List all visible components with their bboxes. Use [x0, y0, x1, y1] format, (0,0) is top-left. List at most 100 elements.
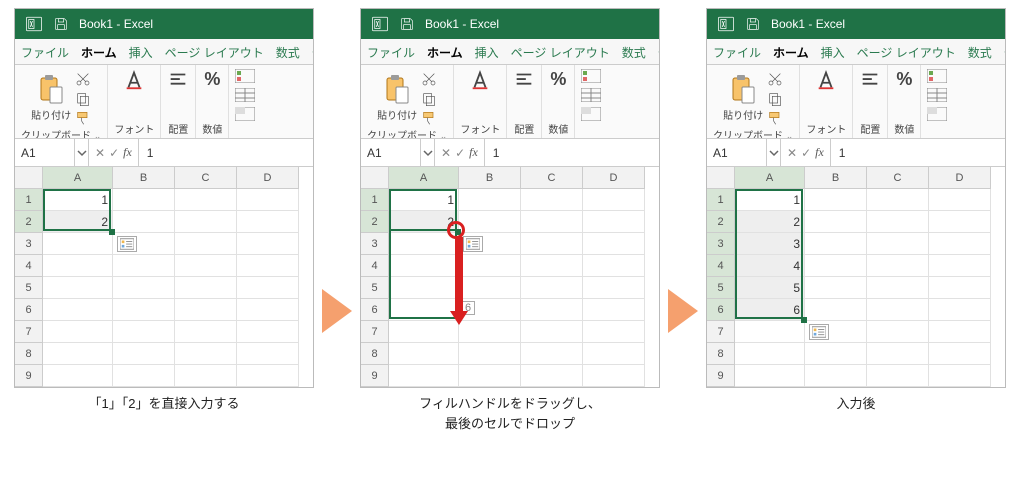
cell[interactable]: [867, 255, 929, 277]
formula-input[interactable]: 1: [485, 146, 508, 160]
row-header[interactable]: 1: [15, 189, 43, 211]
tab-file[interactable]: ファイル: [15, 39, 75, 64]
row-header[interactable]: 3: [361, 233, 389, 255]
paste-button[interactable]: 貼り付け: [377, 75, 417, 122]
row-header[interactable]: 9: [707, 365, 735, 387]
cell[interactable]: [521, 321, 583, 343]
copy-icon[interactable]: [767, 91, 783, 107]
cell[interactable]: [929, 277, 991, 299]
percent-icon[interactable]: %: [896, 69, 912, 90]
row-header[interactable]: 9: [361, 365, 389, 387]
fill-handle[interactable]: [109, 229, 115, 235]
cell[interactable]: [929, 343, 991, 365]
save-icon[interactable]: [399, 16, 415, 32]
cell[interactable]: [583, 277, 645, 299]
cut-icon[interactable]: [421, 71, 437, 87]
cell[interactable]: [867, 299, 929, 321]
cell[interactable]: [459, 255, 521, 277]
format-table-icon[interactable]: [581, 88, 601, 102]
select-all-corner[interactable]: [15, 167, 43, 189]
row-header[interactable]: 6: [361, 299, 389, 321]
cell[interactable]: [459, 321, 521, 343]
name-box[interactable]: A1: [707, 139, 781, 166]
fx-icon[interactable]: fx: [815, 145, 824, 160]
name-box-dropdown-icon[interactable]: [420, 139, 434, 166]
select-all-corner[interactable]: [707, 167, 735, 189]
column-header[interactable]: A: [735, 167, 805, 189]
cell[interactable]: [583, 211, 645, 233]
cell[interactable]: [583, 365, 645, 387]
tab-page-layout[interactable]: ページ レイアウト: [851, 39, 962, 64]
cell[interactable]: [389, 365, 459, 387]
tab-page-layout[interactable]: ページ レイアウト: [159, 39, 270, 64]
cell[interactable]: [805, 277, 867, 299]
cell[interactable]: [237, 321, 299, 343]
cond-format-icon[interactable]: [581, 69, 601, 83]
format-table-icon[interactable]: [235, 88, 255, 102]
column-header[interactable]: C: [867, 167, 929, 189]
formula-input[interactable]: 1: [139, 146, 162, 160]
row-header[interactable]: 7: [15, 321, 43, 343]
cell[interactable]: [735, 365, 805, 387]
cell[interactable]: [43, 233, 113, 255]
cell[interactable]: [521, 299, 583, 321]
cell[interactable]: [583, 189, 645, 211]
cancel-icon[interactable]: ✕: [95, 146, 105, 160]
row-header[interactable]: 3: [15, 233, 43, 255]
cell[interactable]: [867, 321, 929, 343]
row-header[interactable]: 5: [15, 277, 43, 299]
cell[interactable]: [43, 255, 113, 277]
cell-styles-icon[interactable]: [235, 107, 255, 121]
alignment-icon[interactable]: [167, 69, 189, 91]
column-header[interactable]: D: [929, 167, 991, 189]
fx-icon[interactable]: fx: [123, 145, 132, 160]
cell[interactable]: [389, 343, 459, 365]
tab-insert[interactable]: 挿入: [469, 39, 505, 64]
cell[interactable]: [521, 255, 583, 277]
row-header[interactable]: 6: [707, 299, 735, 321]
row-header[interactable]: 5: [361, 277, 389, 299]
column-header[interactable]: C: [175, 167, 237, 189]
cell[interactable]: [175, 211, 237, 233]
row-header[interactable]: 1: [361, 189, 389, 211]
tab-formulas[interactable]: 数式: [616, 39, 652, 64]
cell[interactable]: [735, 343, 805, 365]
cell[interactable]: [867, 343, 929, 365]
cell[interactable]: [805, 299, 867, 321]
cell[interactable]: [929, 365, 991, 387]
cell[interactable]: [175, 321, 237, 343]
tab-home[interactable]: ホーム: [75, 39, 123, 64]
cell[interactable]: [867, 211, 929, 233]
cond-format-icon[interactable]: [235, 69, 255, 83]
column-header[interactable]: B: [113, 167, 175, 189]
tab-insert[interactable]: 挿入: [815, 39, 851, 64]
tab-formulas[interactable]: 数式: [270, 39, 306, 64]
column-header[interactable]: A: [389, 167, 459, 189]
cell[interactable]: [521, 277, 583, 299]
column-header[interactable]: B: [805, 167, 867, 189]
cell-styles-icon[interactable]: [581, 107, 601, 121]
name-box-dropdown-icon[interactable]: [766, 139, 780, 166]
quick-analysis-icon[interactable]: [117, 236, 137, 252]
row-header[interactable]: 2: [707, 211, 735, 233]
cell[interactable]: [43, 299, 113, 321]
cell[interactable]: [459, 343, 521, 365]
cell[interactable]: [389, 321, 459, 343]
cell[interactable]: [459, 277, 521, 299]
tab-file[interactable]: ファイル: [361, 39, 421, 64]
cell[interactable]: [583, 255, 645, 277]
cell[interactable]: [237, 189, 299, 211]
select-all-corner[interactable]: [361, 167, 389, 189]
font-icon[interactable]: [815, 69, 837, 91]
format-table-icon[interactable]: [927, 88, 947, 102]
save-icon[interactable]: [745, 16, 761, 32]
copy-icon[interactable]: [421, 91, 437, 107]
cell[interactable]: [521, 233, 583, 255]
cell[interactable]: [43, 343, 113, 365]
cell[interactable]: [175, 233, 237, 255]
fx-icon[interactable]: fx: [469, 145, 478, 160]
cell-styles-icon[interactable]: [927, 107, 947, 121]
cell[interactable]: [175, 299, 237, 321]
cell[interactable]: [113, 299, 175, 321]
copy-icon[interactable]: [75, 91, 91, 107]
